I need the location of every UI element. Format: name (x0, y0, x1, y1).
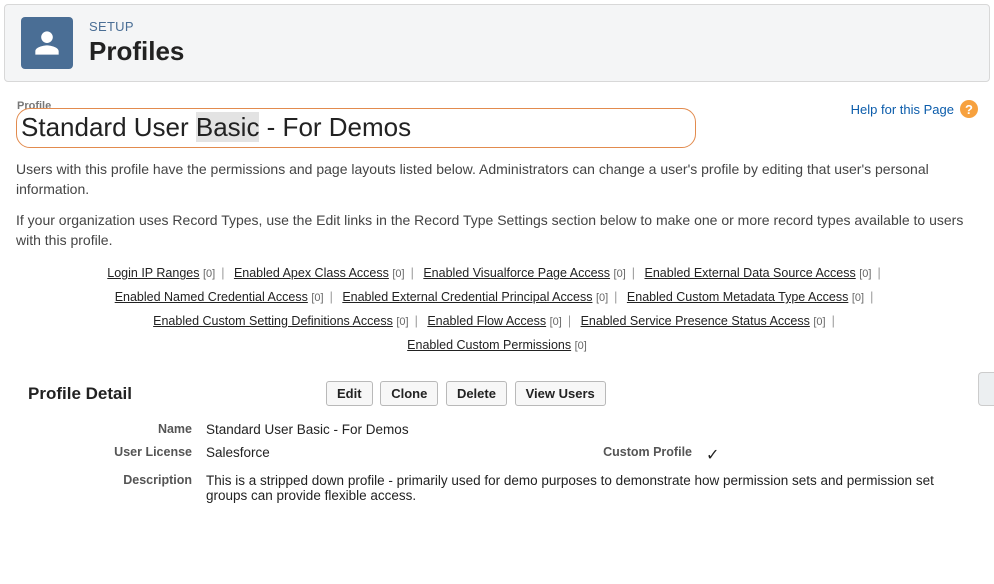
profile-description-1: Users with this profile have the permiss… (16, 160, 976, 199)
detail-license-value: Salesforce (206, 445, 576, 465)
detail-name-label: Name (16, 422, 206, 437)
help-link-text: Help for this Page (851, 102, 954, 117)
delete-button[interactable]: Delete (446, 381, 507, 406)
ql-flow[interactable]: Enabled Flow Access (427, 314, 546, 328)
help-icon: ? (960, 100, 978, 118)
detail-license-label: User License (16, 445, 206, 465)
profile-name: Standard User Basic - For Demos (21, 112, 411, 142)
side-panel-handle[interactable] (978, 372, 994, 406)
ql-custom-setting[interactable]: Enabled Custom Setting Definitions Acces… (153, 314, 393, 328)
detail-desc-value: This is a stripped down profile - primar… (206, 473, 946, 503)
detail-custom-value: ✓ (706, 445, 978, 465)
profile-detail-buttons: Edit Clone Delete View Users (326, 381, 610, 406)
ql-ext-data[interactable]: Enabled External Data Source Access (645, 266, 856, 280)
profile-detail-heading: Profile Detail (16, 384, 326, 404)
setup-header: SETUP Profiles (4, 4, 990, 82)
ql-named-cred[interactable]: Enabled Named Credential Access (115, 290, 308, 304)
detail-name-value: Standard User Basic - For Demos (206, 422, 978, 437)
ql-vf[interactable]: Enabled Visualforce Page Access (423, 266, 610, 280)
detail-desc-label: Description (16, 473, 206, 503)
detail-row-description: Description This is a stripped down prof… (16, 469, 978, 507)
quick-links: Login IP Ranges [0]| Enabled Apex Class … (16, 262, 978, 357)
ql-login-ip[interactable]: Login IP Ranges (107, 266, 199, 280)
profile-description-2: If your organization uses Record Types, … (16, 211, 976, 250)
profile-name-box: Standard User Basic - For Demos (16, 108, 696, 148)
ql-apex[interactable]: Enabled Apex Class Access (234, 266, 389, 280)
ql-ext-cred[interactable]: Enabled External Credential Principal Ac… (342, 290, 592, 304)
profiles-icon (21, 17, 73, 69)
ql-service-presence[interactable]: Enabled Service Presence Status Access (581, 314, 810, 328)
ql-custom-meta[interactable]: Enabled Custom Metadata Type Access (627, 290, 848, 304)
help-link[interactable]: Help for this Page ? (851, 100, 978, 118)
edit-button[interactable]: Edit (326, 381, 373, 406)
header-eyebrow: SETUP (89, 19, 184, 34)
view-users-button[interactable]: View Users (515, 381, 606, 406)
detail-row-name: Name Standard User Basic - For Demos (16, 418, 978, 441)
header-title: Profiles (89, 36, 184, 67)
clone-button[interactable]: Clone (380, 381, 438, 406)
ql-custom-perm[interactable]: Enabled Custom Permissions (407, 338, 571, 352)
detail-custom-label: Custom Profile (576, 445, 706, 465)
detail-row-license: User License Salesforce Custom Profile ✓ (16, 441, 978, 469)
